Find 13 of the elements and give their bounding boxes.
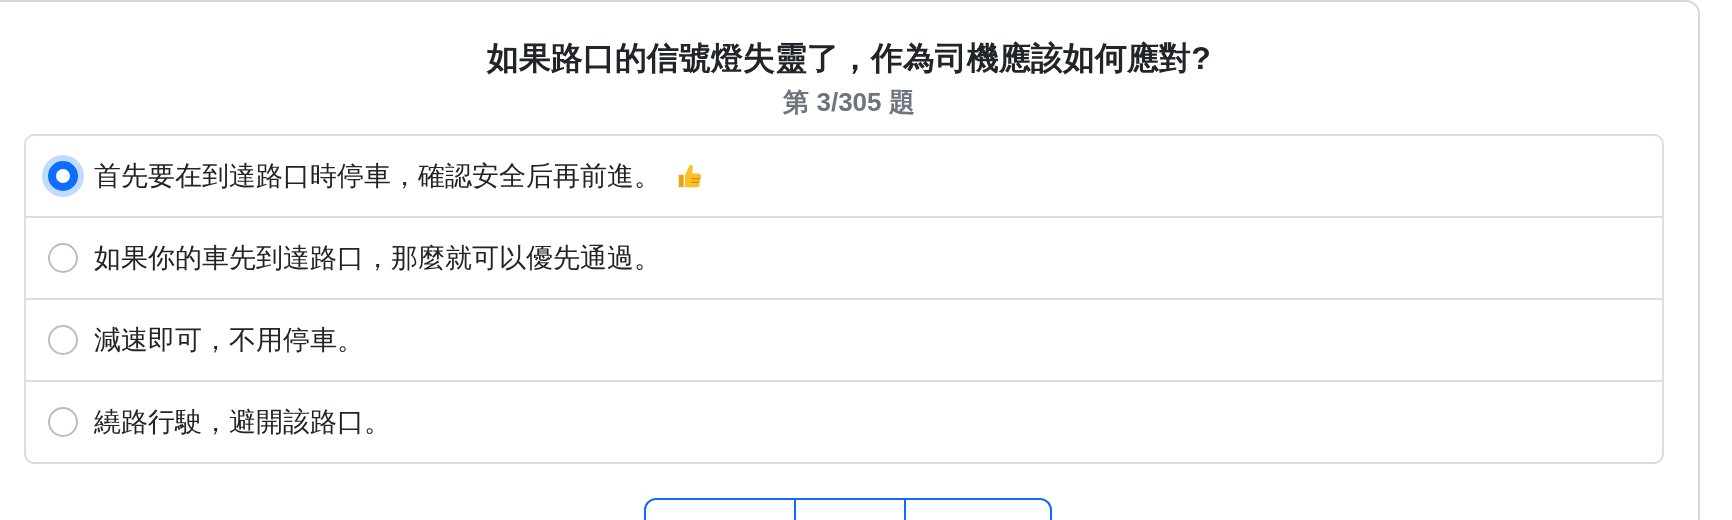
answer-option[interactable]: 首先要在到達路口時停車，確認安全后再前進。 (26, 136, 1662, 216)
option-text: 如果你的車先到達路口，那麼就可以優先通過。 (94, 242, 661, 275)
option-text: 減速即可，不用停車。 (94, 324, 364, 357)
answer-option[interactable]: 減速即可，不用停車。 (26, 298, 1662, 380)
option-text: 首先要在到達路口時停車，確認安全后再前進。 (94, 160, 661, 193)
question-title: 如果路口的信號燈失靈了，作為司機應該如何應對? (485, 39, 1212, 78)
question-counter: 第 3/305 題 (782, 86, 916, 119)
answer-option[interactable]: 如果你的車先到達路口，那麼就可以優先通過。 (26, 216, 1662, 298)
option-text: 繞路行駛，避開該路口。 (94, 406, 391, 439)
radio-button[interactable] (48, 243, 78, 273)
radio-button[interactable] (48, 325, 78, 355)
radio-button[interactable] (48, 407, 78, 437)
answer-option[interactable]: 繞路行駛，避開該路口。 (26, 380, 1662, 462)
